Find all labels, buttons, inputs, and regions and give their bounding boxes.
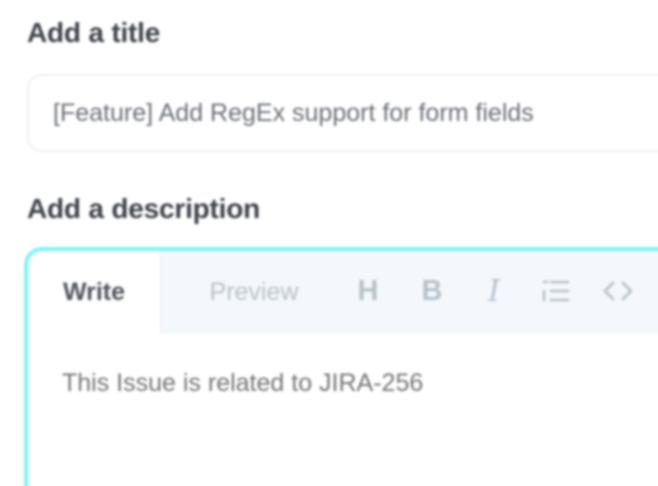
code-icon-svg <box>603 281 633 301</box>
editor-toolbar: Write Preview H B I <box>28 251 658 333</box>
description-textarea[interactable] <box>62 369 622 469</box>
description-label: Add a description <box>27 193 261 224</box>
description-editor: Write Preview H B I <box>24 247 658 486</box>
bold-icon[interactable]: B <box>412 271 452 311</box>
list-icon-svg <box>542 280 570 302</box>
issue-form: Add a title Add a description Write Prev… <box>0 0 658 486</box>
list-icon[interactable] <box>536 271 576 311</box>
italic-icon[interactable]: I <box>474 271 514 311</box>
tab-preview[interactable]: Preview <box>174 251 334 333</box>
heading-icon[interactable]: H <box>348 271 388 311</box>
code-icon[interactable] <box>598 271 638 311</box>
title-label: Add a title <box>27 17 161 48</box>
tab-write[interactable]: Write <box>28 251 162 333</box>
title-input[interactable] <box>27 74 658 152</box>
